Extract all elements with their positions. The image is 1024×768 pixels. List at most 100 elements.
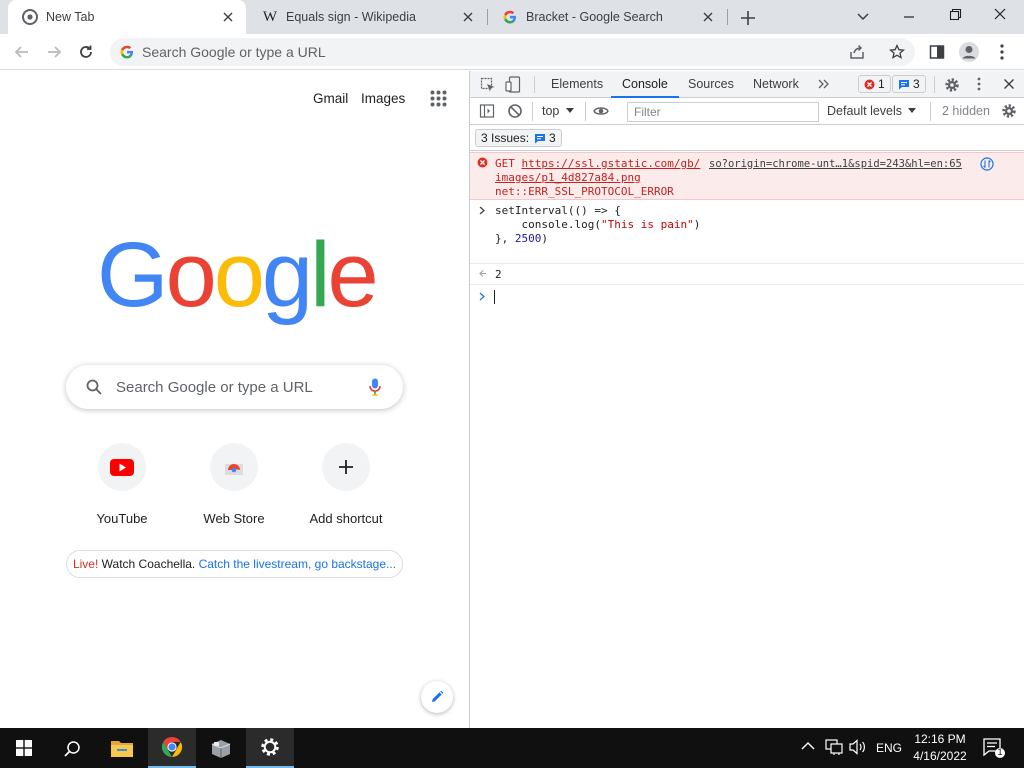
shortcut-web-store[interactable]: Web Store [186, 443, 282, 526]
error-icon [864, 79, 875, 90]
wikipedia-icon: W [262, 8, 278, 25]
console-toolbar: top Filter Default levels 2 hidden [470, 98, 1024, 125]
profile-avatar[interactable] [955, 38, 983, 66]
close-icon[interactable] [700, 9, 716, 25]
share-icon[interactable] [849, 44, 865, 60]
reload-button[interactable] [72, 38, 100, 66]
close-icon[interactable] [460, 9, 476, 25]
toolbar-divider [930, 102, 931, 121]
settings-gear-icon [260, 737, 280, 757]
code-string: "This is pain" [600, 218, 694, 231]
messages-counter[interactable]: 3 [892, 75, 926, 93]
images-link[interactable]: Images [361, 91, 405, 106]
issues-label: 3 Issues: [481, 131, 530, 145]
error-url-line2[interactable]: images/p1_4d827a84.png [495, 171, 641, 184]
customize-button[interactable] [421, 681, 453, 713]
promo-link[interactable]: Catch the livestream, go backstage... [199, 557, 396, 571]
gmail-link[interactable]: Gmail [313, 91, 348, 106]
promo-banner[interactable]: Live! Watch Coachella. Catch the livestr… [66, 550, 403, 578]
context-selector[interactable]: top [542, 104, 575, 118]
microphone-icon[interactable] [369, 378, 381, 396]
tab-elements[interactable]: Elements [551, 71, 603, 98]
chevron-right-icon [479, 206, 486, 215]
menu-icon[interactable] [988, 38, 1016, 66]
shortcut-add[interactable]: Add shortcut [298, 443, 394, 526]
text-cursor [494, 290, 495, 304]
star-icon[interactable] [889, 44, 905, 60]
tab-equals-sign[interactable]: W Equals sign - Wikipedia [248, 0, 486, 34]
inspect-element-icon[interactable] [480, 77, 496, 93]
devtools-tab-bar: Elements Console Sources Network 1 3 [470, 71, 1024, 98]
console-result-entry[interactable]: 2 [470, 265, 1024, 285]
window-close-button[interactable] [986, 6, 1014, 24]
settings-gear-icon[interactable] [944, 77, 960, 93]
taskbar-chrome[interactable] [148, 728, 196, 768]
errors-counter[interactable]: 1 [858, 75, 891, 93]
more-tabs-icon[interactable] [818, 78, 830, 90]
close-icon[interactable] [220, 9, 236, 25]
back-button[interactable] [8, 38, 36, 66]
apps-grid-icon[interactable] [430, 90, 447, 107]
error-source-link[interactable]: so?origin=chrome-unt…1&spid=243&hl=en:65 [709, 158, 962, 170]
console-settings-gear-icon[interactable] [1001, 103, 1017, 119]
ntp-search-box[interactable]: Search Google or type a URL [66, 365, 403, 409]
message-icon [898, 79, 910, 90]
tab-network[interactable]: Network [753, 71, 799, 98]
new-tab-button[interactable] [738, 8, 758, 28]
console-input-entry[interactable]: setInterval(() => { console.log("This is… [470, 200, 1024, 264]
tab-sources[interactable]: Sources [688, 71, 734, 98]
tab-strip: New Tab W Equals sign - Wikipedia Bracke… [0, 0, 1024, 34]
taskbar-settings[interactable] [246, 728, 294, 768]
error-message: net::ERR_SSL_PROTOCOL_ERROR [495, 185, 674, 198]
console-result-value: 2 [495, 268, 502, 281]
language-indicator[interactable]: ENG [876, 741, 902, 755]
taskbar-search-button[interactable] [48, 728, 96, 768]
device-toolbar-icon[interactable] [505, 76, 521, 93]
console-filter-input[interactable]: Filter [627, 102, 819, 122]
clear-console-icon[interactable] [507, 103, 523, 119]
youtube-icon [98, 443, 146, 491]
google-icon [120, 45, 134, 59]
minimize-button[interactable] [895, 9, 923, 25]
console-error-message[interactable]: GET https://ssl.gstatic.com/gb/ images/p… [470, 152, 1024, 200]
code-line-1: setInterval(() => { [495, 204, 621, 217]
taskbar-app[interactable] [197, 728, 245, 768]
tray-expand-icon[interactable] [801, 741, 815, 751]
start-button[interactable] [0, 728, 48, 768]
code-line-3-start: }, [495, 232, 515, 245]
taskbar-file-explorer[interactable] [98, 728, 146, 768]
devtools-menu-icon[interactable] [977, 77, 981, 91]
promo-live: Live! [72, 557, 99, 571]
console-prompt[interactable] [470, 286, 1024, 308]
new-tab-page: Gmail Images Google Search Google or typ… [0, 71, 469, 728]
volume-icon[interactable] [849, 739, 867, 755]
side-panel-icon[interactable] [923, 38, 951, 66]
tab-bracket[interactable]: Bracket - Google Search [488, 0, 726, 34]
live-expression-eye-icon[interactable] [593, 105, 609, 117]
tab-new-tab[interactable]: New Tab [8, 0, 246, 34]
sidebar-toggle-icon[interactable] [479, 103, 495, 119]
chrome-icon [161, 736, 183, 758]
network-icon[interactable] [825, 739, 843, 755]
context-value: top [542, 104, 560, 118]
network-request-icon[interactable] [980, 157, 994, 171]
clock-time: 12:16 PM [914, 732, 966, 746]
shortcut-youtube[interactable]: YouTube [74, 443, 170, 526]
code-number: 2500 [514, 232, 542, 245]
issues-button[interactable]: 3 Issues: 3 [475, 129, 562, 147]
clock[interactable]: 12:16 PM 4/16/2022 [906, 731, 974, 765]
address-bar[interactable]: Search Google or type a URL [110, 38, 915, 66]
forward-button[interactable] [40, 38, 68, 66]
tab-console[interactable]: Console [611, 71, 679, 98]
notification-center-icon[interactable]: 1 [983, 738, 1005, 758]
restore-button[interactable] [941, 6, 969, 24]
log-levels-dropdown[interactable]: Default levels [827, 104, 917, 118]
error-url-line1[interactable]: https://ssl.gstatic.com/gb/ [522, 157, 701, 170]
devtools-close-icon[interactable] [1003, 78, 1015, 90]
tab-title: Bracket - Google Search [526, 10, 663, 24]
windows-taskbar: ENG 12:16 PM 4/16/2022 1 [0, 728, 1024, 768]
tab-search-icon[interactable] [855, 9, 871, 25]
toolbar-divider [532, 102, 533, 121]
chevron-right-icon [479, 292, 486, 301]
web-store-icon [210, 443, 258, 491]
